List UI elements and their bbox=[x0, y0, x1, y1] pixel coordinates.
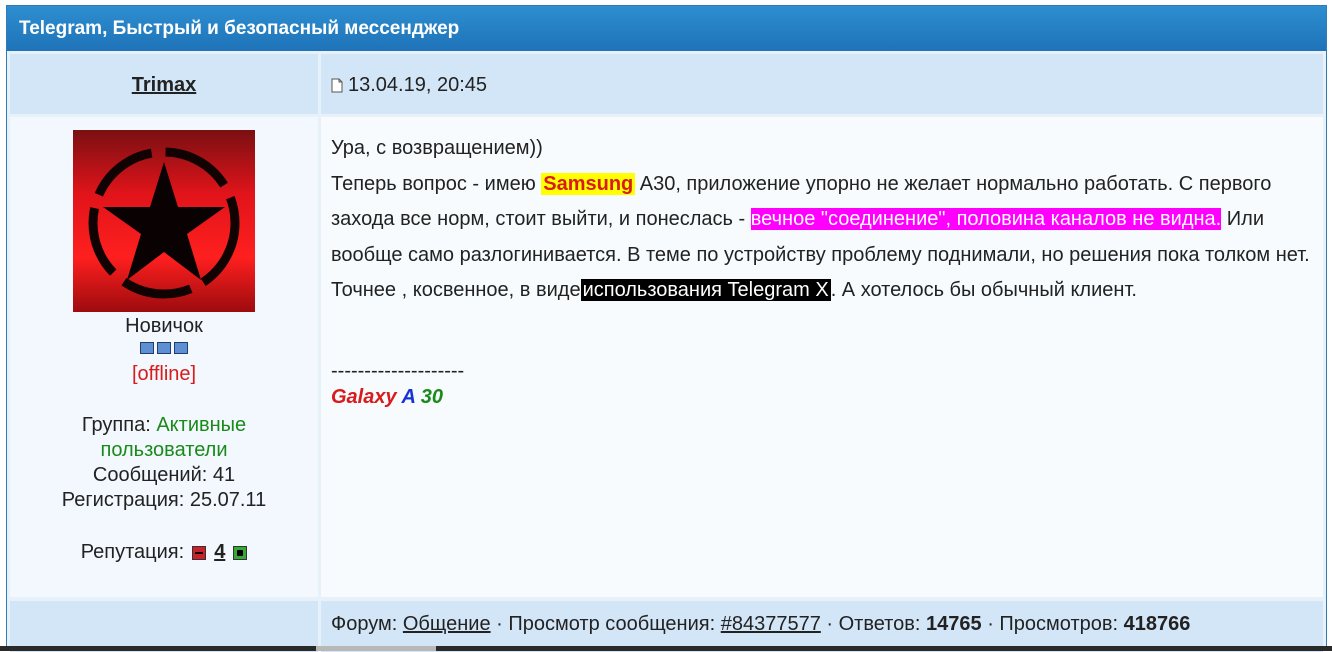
user-meta: Новичок [offline] Группа: Активные польз… bbox=[10, 312, 318, 564]
bottom-toolbar bbox=[0, 646, 1332, 651]
reputation-value[interactable]: 4 bbox=[214, 541, 225, 564]
signature-separator: -------------------- bbox=[331, 359, 465, 382]
replies-count: 14765 bbox=[926, 613, 982, 635]
topic-table: Telegram, Быстрый и безопасный мессендже… bbox=[6, 5, 1327, 652]
reputation-plus-icon[interactable] bbox=[233, 545, 248, 560]
signature: Galaxy A 30 bbox=[331, 384, 1313, 410]
reputation-label: Репутация: bbox=[80, 541, 185, 563]
signature-part: A bbox=[401, 385, 416, 408]
text-segment: . А хотелось бы обычный клиент. bbox=[830, 279, 1137, 301]
footer-left-cell bbox=[10, 601, 318, 652]
highlight-pink: вечное "соединение", половина каналов не… bbox=[750, 208, 1222, 230]
document-icon[interactable] bbox=[331, 78, 343, 93]
user-info: Группа: Активные пользователи Сообщений:… bbox=[10, 413, 318, 513]
bottom-tab[interactable] bbox=[316, 646, 436, 651]
post-link[interactable]: #84377577 bbox=[721, 613, 821, 635]
reputation-minus-icon[interactable] bbox=[192, 545, 207, 560]
rank-pips bbox=[10, 342, 318, 358]
group-value: Активные bbox=[156, 414, 247, 436]
message-count: Сообщений: 41 bbox=[92, 464, 236, 486]
forum-link[interactable]: Общение bbox=[403, 613, 491, 635]
post-date-text: 13.04.19, 20:45 bbox=[348, 74, 488, 96]
post-text: Ура, с возвращением)) Теперь вопрос - им… bbox=[331, 131, 1313, 410]
user-rank: Новичок bbox=[125, 315, 203, 337]
post-content-cell: Ура, с возвращением)) Теперь вопрос - им… bbox=[321, 117, 1323, 597]
rank-pip-icon bbox=[157, 342, 171, 354]
post-paragraph: Теперь вопрос - имею Samsung A30, прилож… bbox=[331, 167, 1313, 309]
user-info-cell: Новичок [offline] Группа: Активные польз… bbox=[10, 117, 318, 597]
views-count: 418766 bbox=[1123, 613, 1191, 635]
replies-label: · Ответов: bbox=[826, 613, 921, 635]
group-value-cont: пользователи bbox=[100, 439, 228, 461]
reputation: Репутация: 4 bbox=[10, 541, 318, 564]
view-label: · Просмотр сообщения: bbox=[496, 613, 716, 635]
post-header-row: Trimax 13.04.19, 20:45 bbox=[7, 51, 1326, 114]
text-segment: Теперь вопрос - имею bbox=[331, 172, 542, 195]
footer-right-cell: Форум: Общение · Просмотр сообщения: #84… bbox=[321, 601, 1323, 652]
topic-title: Telegram, Быстрый и безопасный мессендже… bbox=[7, 6, 1326, 51]
signature-part: Galaxy bbox=[331, 385, 397, 408]
registration-date: Регистрация: 25.07.11 bbox=[61, 489, 267, 511]
post-footer: Форум: Общение · Просмотр сообщения: #84… bbox=[321, 601, 1323, 636]
user-group: Группа: Активные bbox=[10, 413, 318, 438]
online-status: [offline] bbox=[131, 363, 197, 385]
post-body-row: Новичок [offline] Группа: Активные польз… bbox=[7, 114, 1326, 598]
highlight-black: использования Telegram X bbox=[580, 279, 831, 301]
forum-label: Форум: bbox=[331, 613, 398, 635]
group-label: Группа: bbox=[81, 414, 151, 436]
signature-part: 30 bbox=[420, 385, 443, 408]
highlight-samsung: Samsung bbox=[541, 172, 636, 195]
rank-pip-icon bbox=[174, 342, 188, 354]
views-label: · Просмотров: bbox=[987, 613, 1119, 635]
author-cell: Trimax bbox=[10, 54, 318, 114]
post-meta-cell: 13.04.19, 20:45 bbox=[321, 54, 1323, 114]
author-name-link[interactable]: Trimax bbox=[10, 54, 318, 97]
avatar[interactable] bbox=[73, 130, 255, 312]
post-greeting: Ура, с возвращением)) bbox=[331, 137, 543, 159]
rank-pip-icon bbox=[140, 342, 154, 354]
post-footer-row: Форум: Общение · Просмотр сообщения: #84… bbox=[7, 598, 1326, 652]
post-date: 13.04.19, 20:45 bbox=[321, 54, 1323, 97]
